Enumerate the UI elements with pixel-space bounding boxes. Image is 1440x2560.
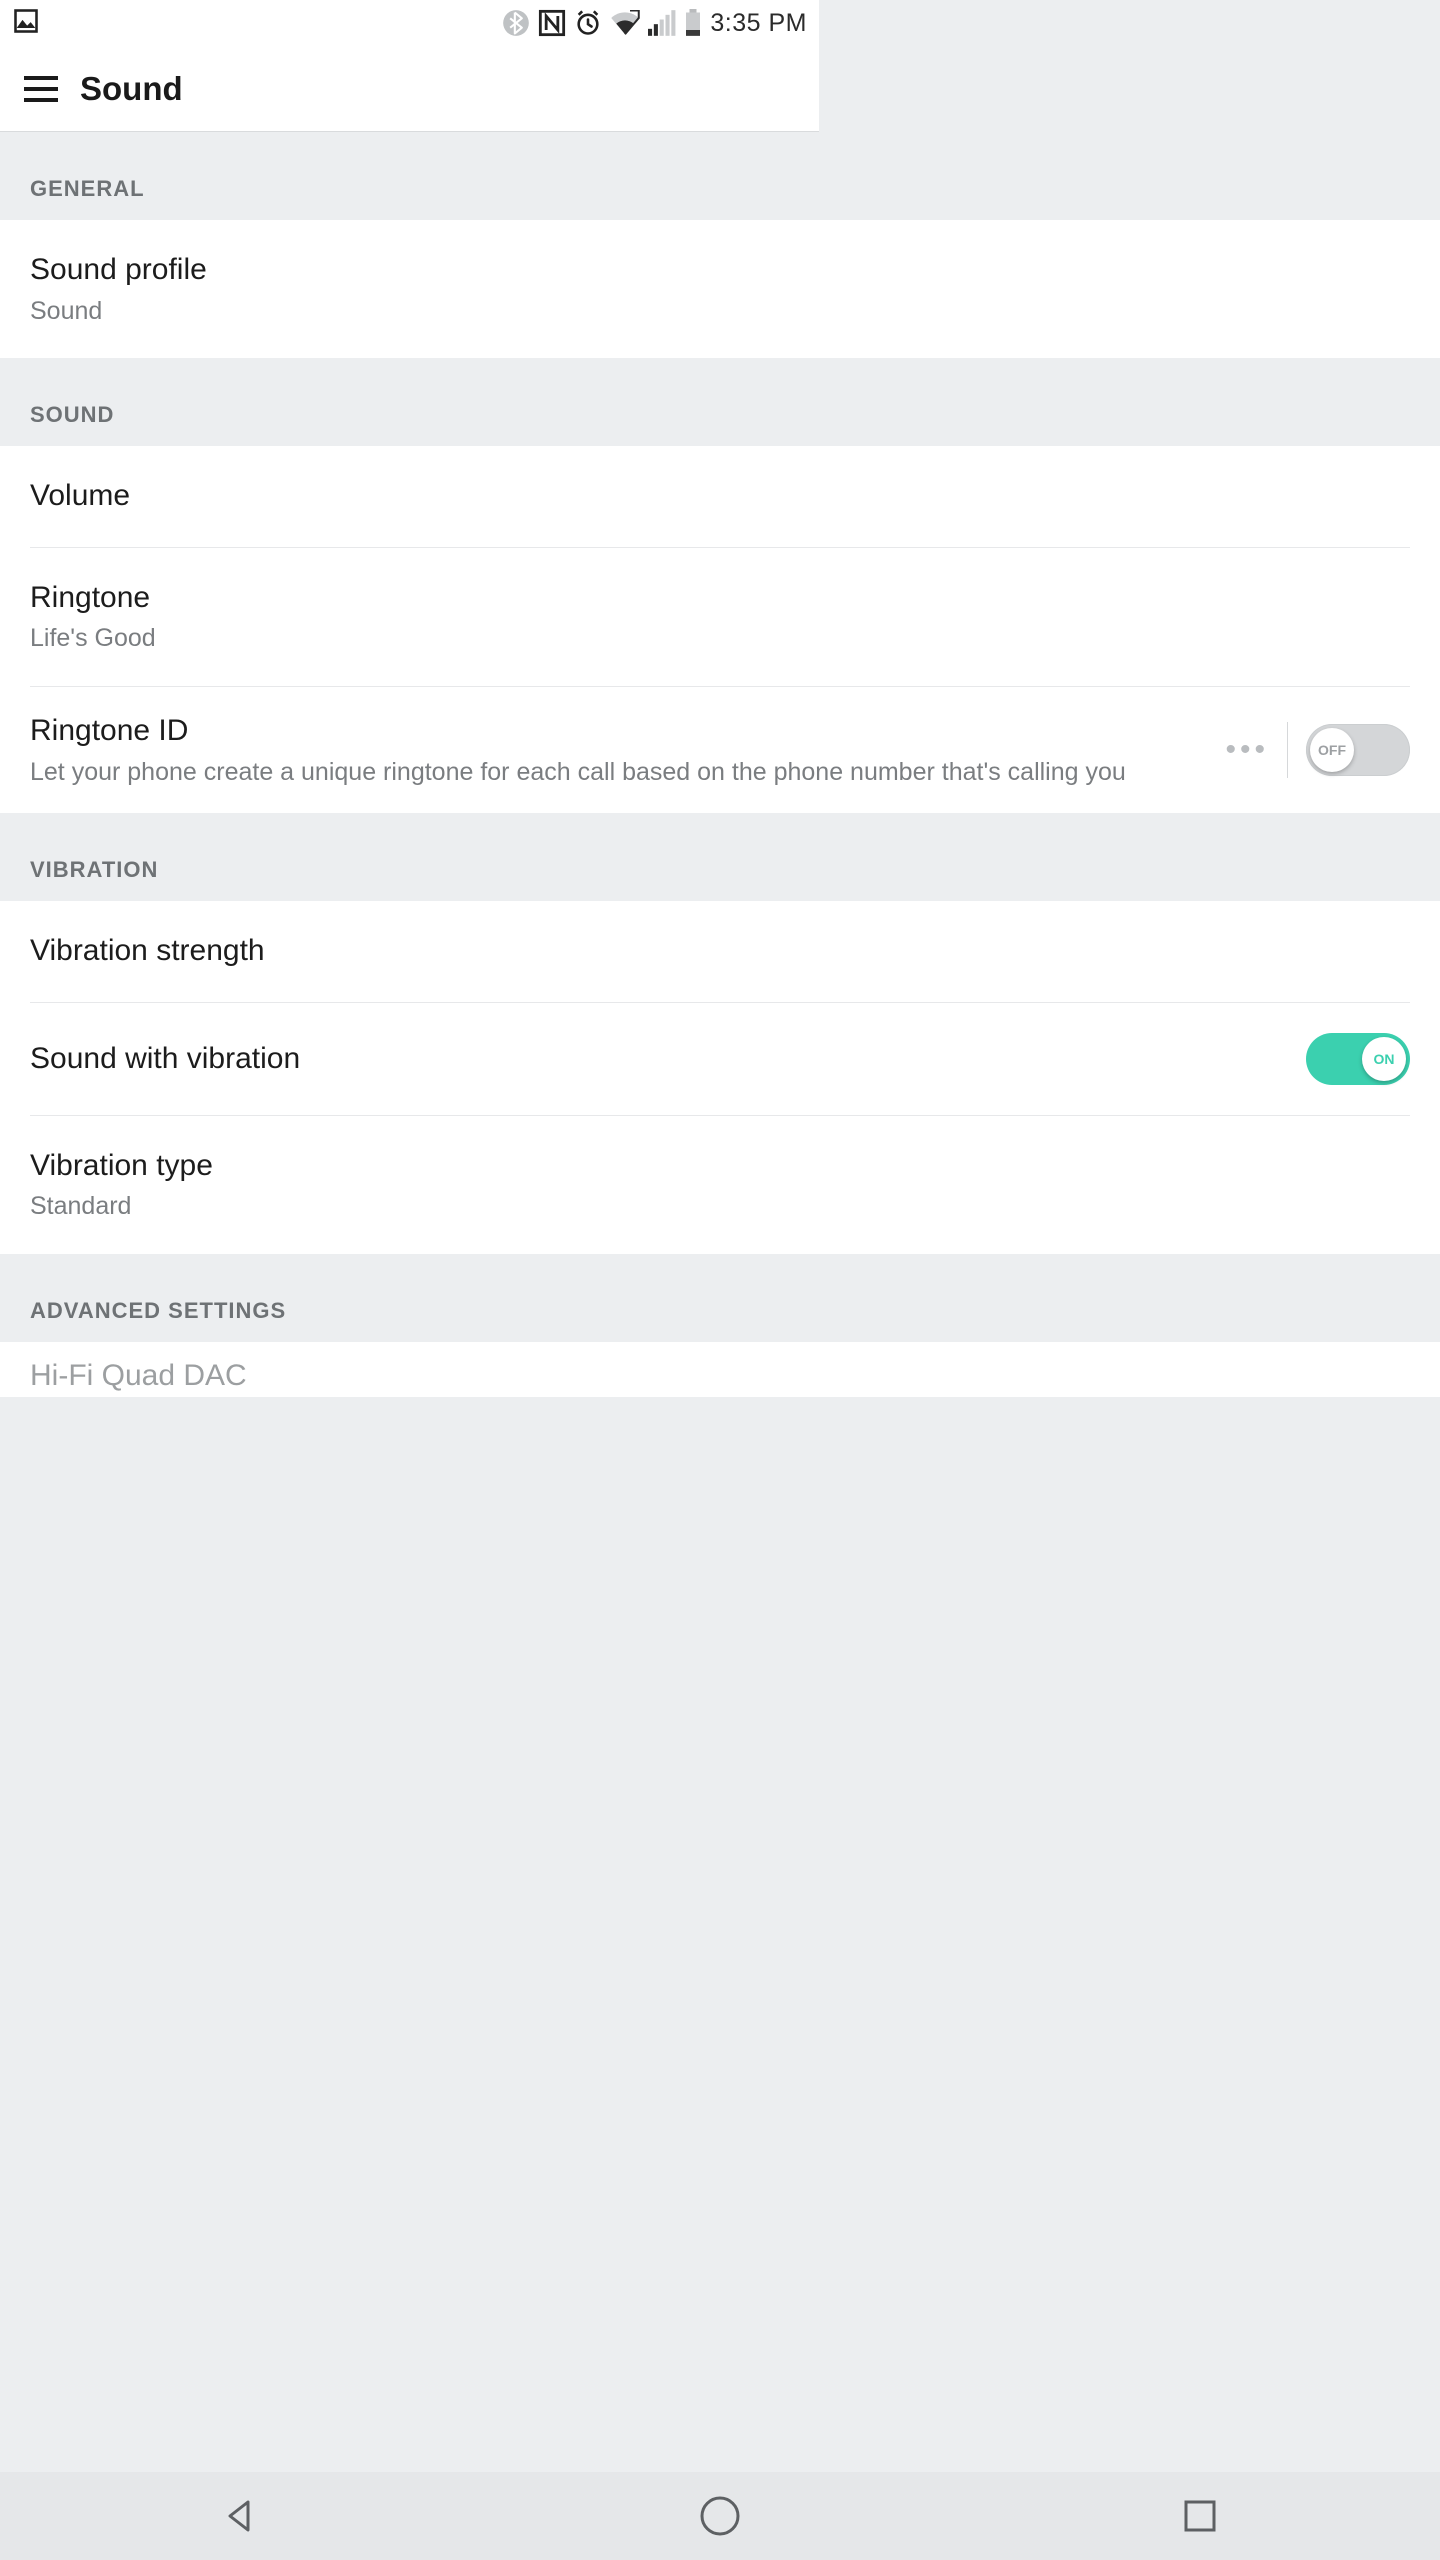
section-header-general: GENERAL xyxy=(0,132,1440,220)
item-vibration-type[interactable]: Vibration type Standard xyxy=(30,1115,1410,1254)
item-title: Vibration type xyxy=(30,1146,1410,1187)
navigation-bar xyxy=(0,2472,1440,2560)
toggle-ringtone-id[interactable]: OFF xyxy=(1306,724,1410,776)
item-title: Sound profile xyxy=(30,250,1410,291)
page-title: Sound xyxy=(80,70,183,108)
menu-icon[interactable] xyxy=(24,76,58,102)
item-volume[interactable]: Volume xyxy=(0,446,1440,547)
app-bar: Sound xyxy=(0,46,819,132)
toggle-sound-with-vibration[interactable]: ON xyxy=(1306,1033,1410,1085)
item-title: Volume xyxy=(30,476,1410,517)
section-header-advanced: ADVANCED SETTINGS xyxy=(0,1254,1440,1342)
wifi-icon xyxy=(610,10,640,36)
picture-notification-icon xyxy=(12,7,40,40)
item-vibration-strength[interactable]: Vibration strength xyxy=(0,901,1440,1002)
item-subtitle: Let your phone create a unique ringtone … xyxy=(30,756,1205,790)
item-title: Sound with vibration xyxy=(30,1039,1286,1080)
nfc-icon xyxy=(538,9,566,37)
home-button[interactable] xyxy=(693,2489,747,2543)
item-sound-profile[interactable]: Sound profile Sound xyxy=(0,220,1440,358)
settings-scroll[interactable]: GENERAL Sound profile Sound SOUND Volume… xyxy=(0,132,1440,2472)
bluetooth-icon xyxy=(502,9,530,37)
item-title: Hi-Fi Quad DAC xyxy=(30,1356,1410,1397)
toggle-knob: ON xyxy=(1362,1037,1406,1081)
cell-signal-icon xyxy=(648,10,676,36)
section-header-sound: SOUND xyxy=(0,358,1440,446)
status-time: 3:35 PM xyxy=(710,9,807,38)
section-header-vibration: VIBRATION xyxy=(0,813,1440,901)
recent-apps-button[interactable] xyxy=(1173,2489,1227,2543)
alarm-icon xyxy=(574,9,602,37)
battery-icon xyxy=(684,9,702,37)
item-subtitle: Sound xyxy=(30,295,1410,329)
toggle-knob: OFF xyxy=(1310,728,1354,772)
item-sound-with-vibration[interactable]: Sound with vibration ON xyxy=(30,1002,1410,1115)
item-title: Vibration strength xyxy=(30,931,1410,972)
status-bar: 3:35 PM xyxy=(0,0,819,46)
divider xyxy=(1287,722,1288,778)
item-hifi-quad-dac[interactable]: Hi-Fi Quad DAC xyxy=(0,1342,1440,1397)
item-subtitle: Standard xyxy=(30,1190,1410,1224)
item-ringtone-id[interactable]: Ringtone ID Let your phone create a uniq… xyxy=(30,686,1410,813)
item-ringtone[interactable]: Ringtone Life's Good xyxy=(30,547,1410,686)
item-title: Ringtone ID xyxy=(30,711,1205,752)
back-button[interactable] xyxy=(213,2489,267,2543)
item-subtitle: Life's Good xyxy=(30,622,1410,656)
item-title: Ringtone xyxy=(30,578,1410,619)
